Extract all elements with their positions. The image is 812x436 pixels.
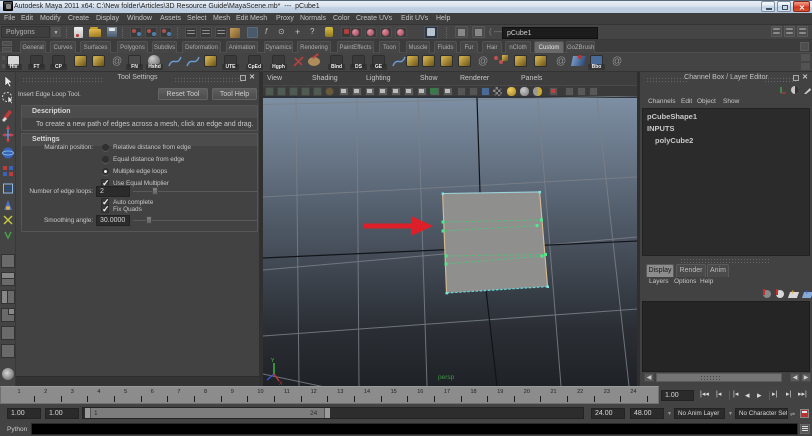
svg-text:persp: persp bbox=[438, 374, 455, 381]
svg-text:+: + bbox=[791, 290, 795, 296]
svg-text:+: + bbox=[805, 290, 809, 296]
